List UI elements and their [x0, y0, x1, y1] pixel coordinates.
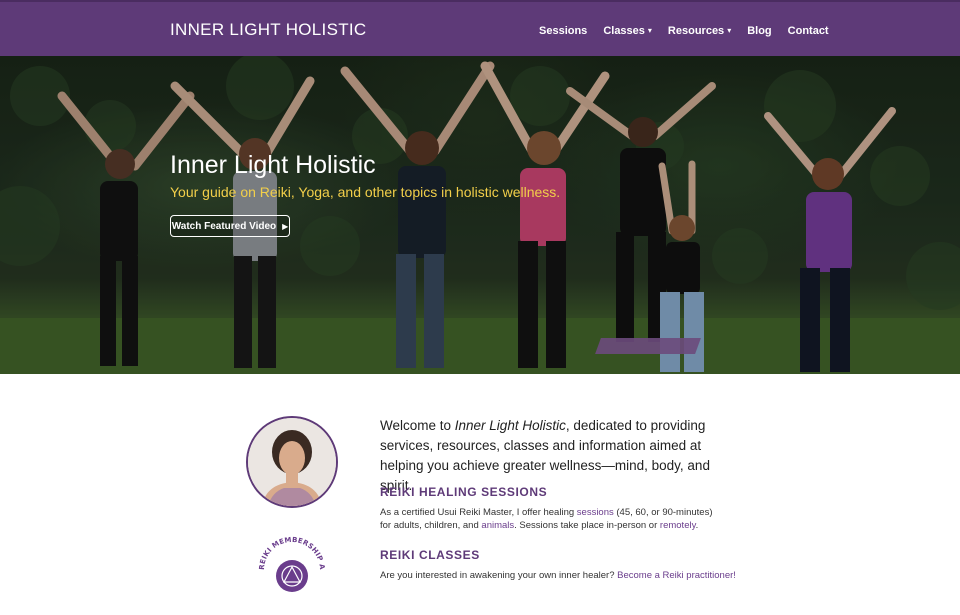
nav-label: Blog [747, 25, 772, 37]
portrait-illustration [248, 418, 336, 506]
hero-title: Inner Light Holistic [170, 151, 376, 179]
text-fragment: Are you interested in awakening your own… [380, 570, 618, 581]
welcome-pre: Welcome to [380, 418, 455, 433]
site-name-em: Inner Light Holistic [454, 418, 566, 433]
reiki-classes-heading: REIKI CLASSES [380, 548, 480, 562]
hero-photo-illustration [0, 56, 960, 374]
remotely-link[interactable]: remotely [660, 520, 696, 531]
hero-banner: Inner Light Holistic Your guide on Reiki… [0, 56, 960, 374]
caret-down-icon: ▾ [727, 26, 732, 35]
nav-label: Classes [603, 25, 645, 37]
watch-featured-video-button[interactable]: Watch Featured Video ▶ [170, 215, 290, 237]
text-fragment: As a certified Usui Reiki Master, I offe… [380, 507, 577, 518]
welcome-text: Welcome to Inner Light Holistic, dedicat… [380, 416, 730, 496]
hero-subtitle: Your guide on Reiki, Yoga, and other top… [170, 184, 561, 200]
play-icon: ▶ [282, 221, 289, 231]
brand-logo-link[interactable]: INNER LIGHT HOLISTIC [170, 20, 367, 40]
reiki-membership-logo: REIKI MEMBERSHIP ASSOCIATION [249, 524, 332, 610]
nav-item-contact[interactable]: Contact [788, 25, 829, 37]
nav-label: Resources [667, 25, 725, 37]
avatar [246, 416, 338, 508]
main-nav: Sessions Classes ▾ Resources ▾ Blog Contac… [539, 25, 829, 37]
yoga-mat [595, 338, 701, 354]
reiki-logo-seal: REIKI MEMBERSHIP ASSOCIATION [249, 524, 329, 607]
reiki-classes-text: Are you interested in awakening your own… [380, 569, 736, 582]
animals-link[interactable]: animals [481, 520, 514, 531]
text-fragment: . Sessions take place in-person or [514, 520, 660, 531]
reiki-sessions-text: As a certified Usui Reiki Master, I offe… [380, 506, 720, 532]
button-label: Watch Featured Video [171, 220, 277, 232]
nav-label: Sessions [539, 25, 588, 37]
top-navbar: INNER LIGHT HOLISTIC Sessions Classes ▾ R… [0, 0, 960, 56]
nav-item-sessions[interactable]: Sessions [539, 25, 587, 37]
text-fragment: . [695, 520, 699, 531]
sessions-link[interactable]: sessions [577, 507, 614, 518]
reiki-sessions-heading: REIKI HEALING SESSIONS [380, 485, 548, 499]
caret-down-icon: ▾ [647, 26, 652, 35]
nav-item-blog[interactable]: Blog [747, 25, 771, 37]
nav-item-resources[interactable]: Resources ▾ [668, 25, 731, 37]
become-practitioner-link[interactable]: Become a Reiki practitioner! [617, 570, 736, 581]
nav-label: Contact [787, 25, 829, 37]
nav-item-classes[interactable]: Classes ▾ [603, 25, 652, 37]
